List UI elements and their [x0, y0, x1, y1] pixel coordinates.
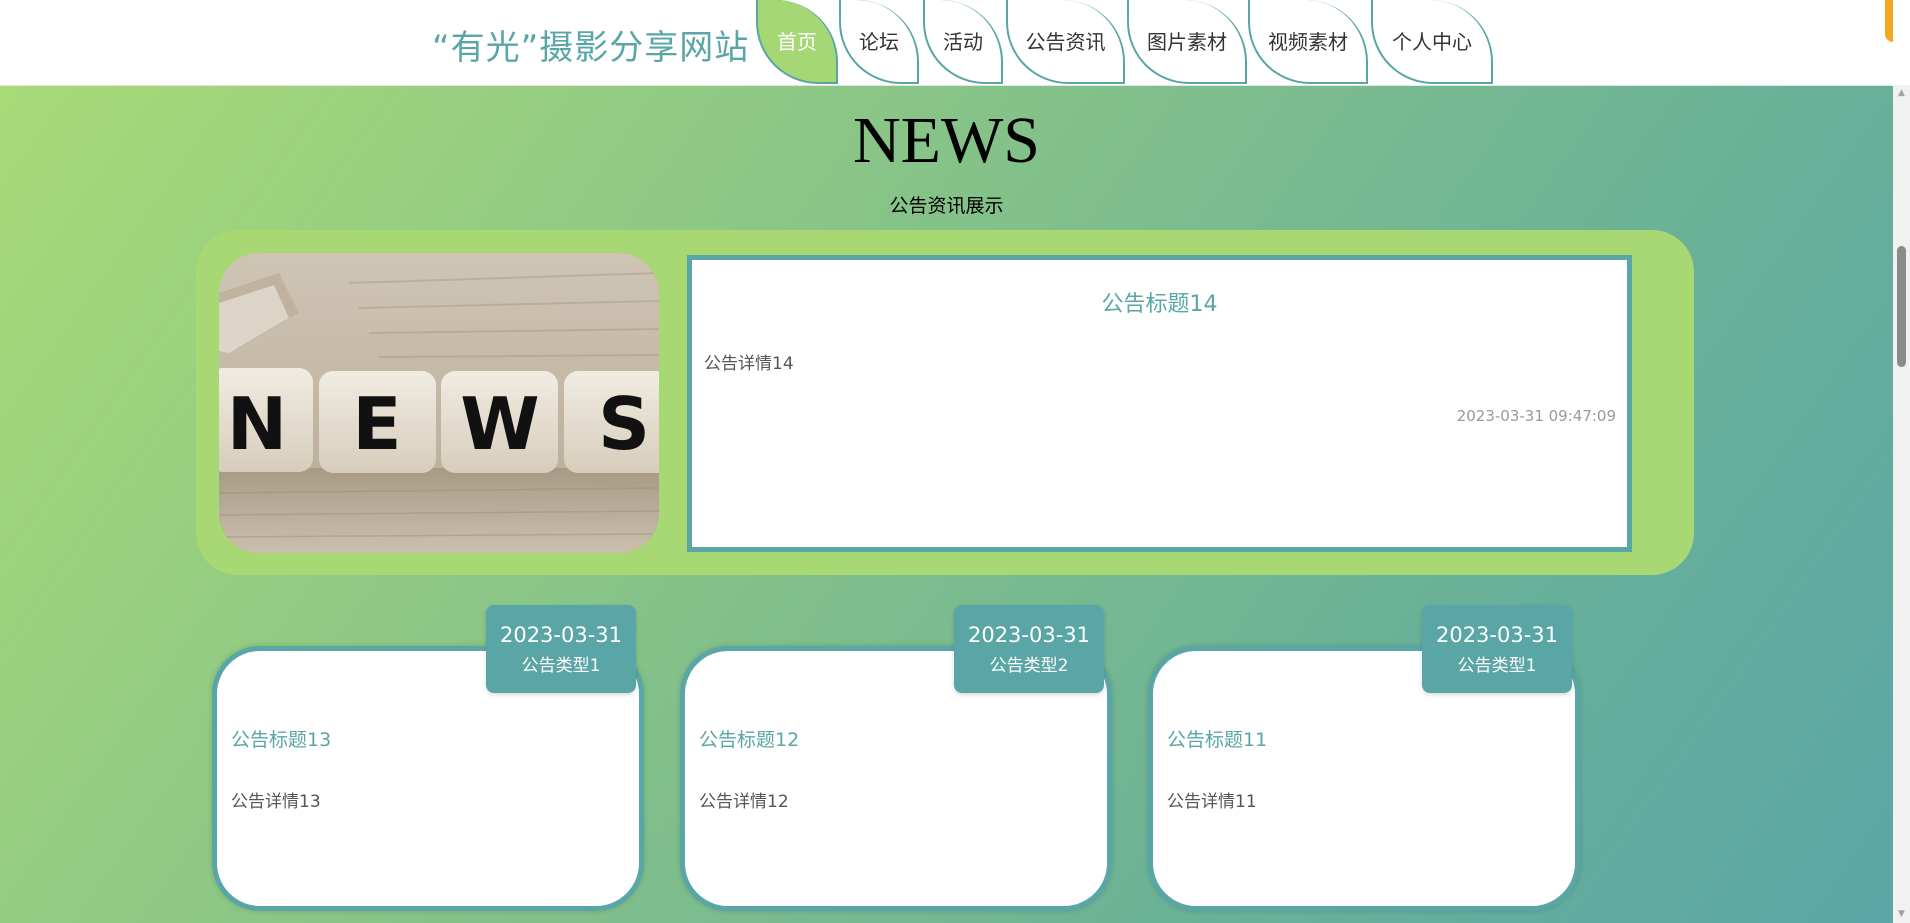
nav-item-forum[interactable]: 论坛 — [839, 0, 919, 84]
news-card-title[interactable]: 公告标题12 — [699, 725, 799, 752]
news-card[interactable]: 2023-03-31 公告类型1 公告标题11 公告详情11 — [1148, 559, 1580, 911]
news-card[interactable]: 2023-03-31 公告类型2 公告标题12 公告详情12 — [680, 559, 1112, 911]
news-card-badge: 2023-03-31 公告类型1 — [486, 605, 636, 693]
nav-item-personal-center[interactable]: 个人中心 — [1371, 0, 1493, 84]
nav-item-home[interactable]: 首页 — [756, 0, 838, 84]
news-card-type: 公告类型1 — [521, 656, 601, 676]
top-header: “有光”摄影分享网站 首页 论坛 活动 公告资讯 图片素材 视频素材 个人中心 — [0, 0, 1893, 86]
news-card[interactable]: 2023-03-31 公告类型1 公告标题13 公告详情13 — [212, 559, 644, 911]
section-heading: NEWS — [853, 104, 1040, 177]
news-card-badge: 2023-03-31 公告类型2 — [954, 605, 1104, 693]
news-card-type: 公告类型2 — [989, 656, 1069, 676]
corner-accent — [1885, 0, 1893, 42]
news-card-badge: 2023-03-31 公告类型1 — [1422, 605, 1572, 693]
news-card-date: 2023-03-31 — [967, 623, 1091, 647]
nav-item-activity[interactable]: 活动 — [923, 0, 1003, 84]
news-card-detail: 公告详情13 — [231, 792, 321, 812]
news-card-date: 2023-03-31 — [1435, 623, 1559, 647]
svg-text:W: W — [460, 382, 539, 466]
news-dice-illustration: N E W S — [219, 253, 659, 553]
section-subheading: 公告资讯展示 — [889, 195, 1004, 217]
featured-news: N E W S 公告标题14 公告详情14 2023-03-31 09:47:0… — [196, 230, 1694, 575]
scroll-up-arrow-icon[interactable]: ▲ — [1893, 85, 1910, 102]
featured-news-detail: 公告详情14 — [704, 354, 794, 374]
site-title[interactable]: “有光”摄影分享网站 — [432, 20, 749, 69]
featured-news-image[interactable]: N E W S — [219, 253, 659, 553]
vertical-scrollbar[interactable]: ▲ ▼ — [1893, 85, 1910, 923]
scrollbar-thumb[interactable] — [1897, 246, 1906, 367]
news-card-detail: 公告详情12 — [699, 792, 789, 812]
news-card-title[interactable]: 公告标题11 — [1167, 725, 1267, 752]
scroll-down-arrow-icon[interactable]: ▼ — [1893, 906, 1910, 923]
featured-news-time: 2023-03-31 09:47:09 — [1456, 407, 1616, 425]
news-card-type: 公告类型1 — [1457, 656, 1537, 676]
nav-item-image-materials[interactable]: 图片素材 — [1127, 0, 1247, 84]
news-card-title[interactable]: 公告标题13 — [231, 725, 331, 752]
nav-item-announcements[interactable]: 公告资讯 — [1006, 0, 1125, 84]
svg-text:S: S — [598, 382, 650, 466]
news-card-date: 2023-03-31 — [499, 623, 623, 647]
featured-news-title[interactable]: 公告标题14 — [692, 286, 1627, 318]
svg-text:N: N — [227, 382, 287, 466]
svg-text:E: E — [352, 382, 401, 466]
nav-item-video-materials[interactable]: 视频素材 — [1248, 0, 1368, 84]
news-card-detail: 公告详情11 — [1167, 792, 1257, 812]
featured-news-card[interactable]: 公告标题14 公告详情14 2023-03-31 09:47:09 — [687, 255, 1632, 552]
